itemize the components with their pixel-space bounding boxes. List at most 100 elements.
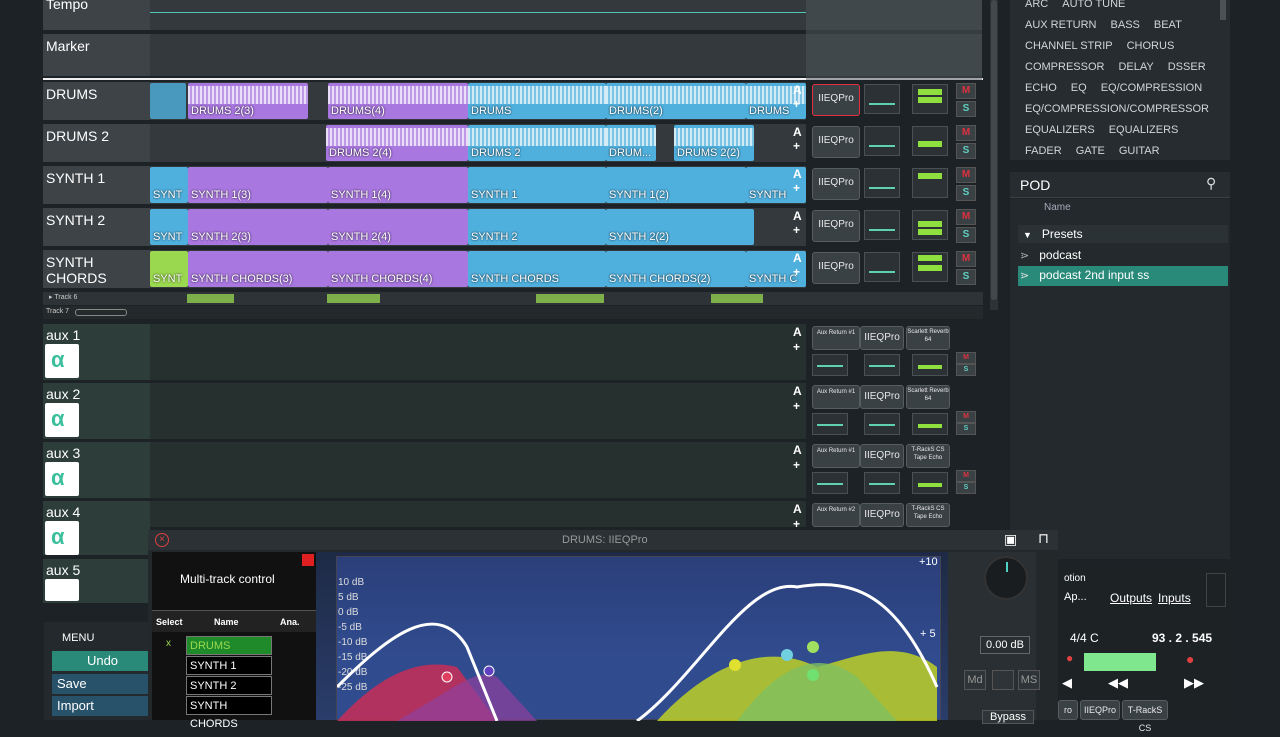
automation-button[interactable]: A	[793, 251, 802, 265]
clip[interactable]: SYNTH CHORDS	[468, 251, 606, 287]
mute-button[interactable]: M	[956, 209, 976, 225]
mute-button[interactable]: M	[956, 125, 976, 141]
add-plugin-button[interactable]: +	[793, 265, 800, 279]
tag-button[interactable]: EQ/COMPRESSION/COMPRESSOR	[1018, 100, 1216, 118]
solo-button[interactable]: S	[956, 364, 976, 376]
search-icon[interactable]: ⚲	[1206, 175, 1216, 192]
volume-fader[interactable]	[864, 472, 900, 494]
ap-button[interactable]: Ap...	[1064, 591, 1087, 603]
mute-button[interactable]: M	[956, 470, 976, 482]
clip[interactable]: SYNTH 1(3)	[188, 167, 328, 203]
tag-button[interactable]: COMPRESSOR	[1018, 58, 1111, 76]
plugin-slot[interactable]: Aux Return #1	[812, 385, 860, 409]
solo-button[interactable]: S	[956, 101, 976, 117]
tag-button[interactable]: DELAY	[1111, 58, 1160, 76]
mute-button[interactable]: M	[956, 251, 976, 267]
send-fader[interactable]	[812, 472, 848, 494]
plugin-slot[interactable]: IIEQPro	[860, 385, 904, 409]
plugin-slot[interactable]: IIEQPro	[812, 126, 860, 158]
select-mark[interactable]: x	[166, 638, 171, 649]
presets-folder[interactable]: ▼ Presets	[1018, 225, 1228, 243]
mute-button[interactable]: M	[956, 83, 976, 99]
solo-button[interactable]: S	[956, 185, 976, 201]
automation-button[interactable]: A	[793, 83, 802, 97]
volume-fader[interactable]	[864, 413, 900, 435]
tag-button[interactable]: EQUALIZERS	[1018, 121, 1102, 139]
clip[interactable]: DRUMS	[468, 83, 606, 119]
track-lane-drums[interactable]: DRUMS 2(3) DRUMS(4) DRUMS DRUMS(2) DRUMS	[150, 82, 806, 120]
clip[interactable]: SYNTH 2(3)	[188, 209, 328, 245]
add-plugin-button[interactable]: +	[793, 517, 800, 531]
add-plugin-button[interactable]: +	[793, 340, 800, 354]
clip[interactable]: DRUMS(4)	[328, 83, 468, 119]
tag-button[interactable]: EQUALIZERS	[1102, 121, 1186, 139]
tag-button[interactable]: FADER	[1018, 142, 1069, 160]
tag-button[interactable]: CHORUS	[1120, 37, 1182, 55]
plugin-slot[interactable]: IIEQPro	[812, 210, 860, 242]
clip[interactable]: SYNTH 1	[468, 167, 606, 203]
tag-button[interactable]: ARC	[1018, 0, 1055, 13]
track7-row[interactable]: Track 7	[43, 306, 983, 319]
aux4-lane[interactable]	[150, 501, 806, 527]
bypass-button[interactable]: Bypass	[982, 710, 1034, 724]
fast-forward-icon[interactable]: ▶▶	[1184, 675, 1204, 691]
clip[interactable]: SYNT	[150, 167, 188, 203]
aux3-lane[interactable]	[150, 442, 806, 498]
clip[interactable]: SYNTH 1(4)	[328, 167, 468, 203]
clip[interactable]: SYNTH 2(2)	[606, 209, 754, 245]
solo-button[interactable]: S	[956, 269, 976, 285]
undo-button[interactable]: Undo	[52, 651, 148, 671]
plugin-slot[interactable]: T-RackS CS	[1122, 700, 1168, 733]
lock-button[interactable]	[992, 670, 1014, 690]
gain-readout[interactable]: 0.00 dB	[980, 636, 1030, 654]
solo-button[interactable]: S	[956, 423, 976, 435]
clip[interactable]: DRUMS 2(2)	[674, 125, 754, 161]
clip[interactable]: DRUMS 2(4)	[326, 125, 468, 161]
volume-fader[interactable]	[864, 84, 900, 114]
md-button[interactable]: Md	[964, 670, 986, 690]
record-arm-icon[interactable]: ●	[1066, 651, 1073, 665]
gain-knob[interactable]	[984, 556, 1028, 600]
add-plugin-button[interactable]: +	[793, 139, 800, 153]
aux4-header[interactable]: aux 4α	[43, 501, 150, 555]
clip[interactable]: SYNTH CHORDS(2)	[606, 251, 746, 287]
plugin-slot[interactable]: IIEQPro	[1080, 700, 1120, 720]
track-header-drums2[interactable]: DRUMS 2	[43, 124, 150, 162]
tag-button[interactable]: ECHO	[1018, 79, 1064, 97]
record-icon[interactable]: ●	[1186, 651, 1194, 667]
automation-button[interactable]: A	[793, 125, 802, 139]
automation-button[interactable]: A	[793, 325, 802, 339]
marker-header[interactable]: Marker	[43, 34, 150, 76]
volume-fader[interactable]	[864, 354, 900, 376]
tag-button[interactable]: DSSER	[1161, 58, 1213, 76]
rewind-icon[interactable]: ◀◀	[1108, 675, 1128, 691]
clip[interactable]: SYNTH 1(2)	[606, 167, 746, 203]
plugin-slot[interactable]: IIEQPro	[860, 503, 904, 527]
track6-row[interactable]: ▸ Track 6	[43, 292, 983, 305]
volume-fader[interactable]	[864, 126, 900, 156]
outputs-button[interactable]: Outputs	[1110, 591, 1152, 605]
tag-button[interactable]: AUX RETURN	[1018, 16, 1104, 34]
aux1-lane[interactable]	[150, 324, 806, 380]
plugin-slot[interactable]: Aux Return #1	[812, 444, 860, 468]
tag-button[interactable]: EQ	[1064, 79, 1094, 97]
mute-button[interactable]: M	[956, 167, 976, 183]
add-plugin-button[interactable]: +	[793, 399, 800, 413]
tag-button[interactable]: BEAT	[1147, 16, 1189, 34]
prev-icon[interactable]: ◀	[1062, 675, 1072, 691]
aux1-header[interactable]: aux 1α	[43, 324, 150, 380]
plugin-slot[interactable]: IIEQPro	[812, 168, 860, 200]
plugin-slot[interactable]: IIEQPro	[860, 444, 904, 468]
inputs-button[interactable]: Inputs	[1158, 591, 1191, 605]
clip[interactable]: DRUMS 2(3)	[188, 83, 308, 119]
clip[interactable]: DRUMS(2)	[606, 83, 746, 119]
clip[interactable]: DRUM...	[606, 125, 656, 161]
clip[interactable]: SYNTH 2	[468, 209, 606, 245]
clip[interactable]: SYNT	[150, 251, 188, 287]
tag-button[interactable]: GATE	[1069, 142, 1112, 160]
camera-icon[interactable]: ▣	[1004, 531, 1017, 548]
plugin-slot[interactable]: Scarlett Reverb 64	[906, 385, 950, 409]
add-plugin-button[interactable]: +	[793, 181, 800, 195]
solo-button[interactable]: S	[956, 227, 976, 243]
clip[interactable]: SYNT	[150, 209, 188, 245]
